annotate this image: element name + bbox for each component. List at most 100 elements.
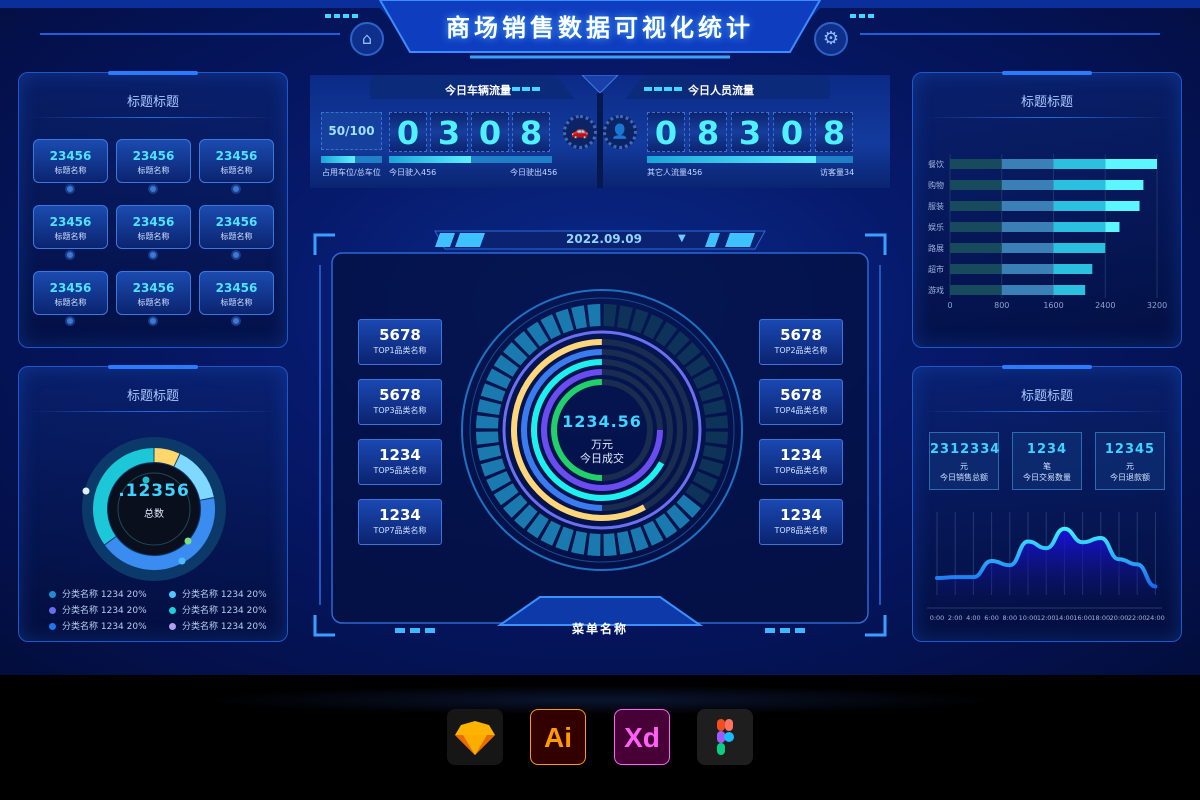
ring-tick-segment: [503, 494, 528, 518]
legend-dot: [49, 591, 56, 598]
ring-tick-segment: [555, 308, 574, 334]
stat-card-label: 标题名称: [137, 298, 170, 307]
vehicle-in-progress: [389, 156, 552, 163]
stat-card[interactable]: 23456 标题名称: [116, 271, 191, 315]
x-tick-label: 12:00: [1037, 614, 1056, 622]
ring-tick-segment: [685, 354, 711, 377]
stat-card[interactable]: 23456 标题名称: [33, 271, 108, 315]
card-indicator-dot: [231, 316, 241, 326]
top-category-label: TOP5品类名称: [373, 466, 427, 475]
legend-label: 分类名称 1234 20%: [62, 590, 147, 600]
stat-card-value: 23456: [132, 149, 175, 163]
stat-card[interactable]: 23456 标题名称: [33, 139, 108, 183]
stat-card-value: 23456: [132, 215, 175, 229]
top-category-card[interactable]: 1234 TOP8品类名称: [759, 499, 843, 545]
stat-card-label: 标题名称: [137, 232, 170, 241]
top-category-value: 1234: [780, 506, 822, 524]
x-tick-label: 24:00: [1146, 614, 1165, 622]
ring-tick-segment: [603, 533, 617, 556]
people-count-digit: 0: [773, 112, 811, 152]
people-count-digit: 0: [647, 112, 685, 152]
stat-card[interactable]: 23456 标题名称: [116, 139, 191, 183]
top-category-value: 1234: [379, 446, 421, 464]
top-category-label: TOP4品类名称: [774, 406, 828, 415]
x-tick-label: 3200: [1147, 301, 1167, 310]
top-category-label: TOP1品类名称: [373, 346, 427, 355]
card-indicator-dot: [65, 250, 75, 260]
gear-icon: ⚙: [822, 28, 840, 49]
bar-segment: [1105, 159, 1157, 169]
ring-tick-segment: [571, 305, 588, 330]
bar-segment: [950, 201, 1002, 211]
y-tick-label: 超市: [928, 264, 944, 274]
x-tick-label: 0:00: [930, 614, 945, 622]
visitor-label: 访客量34: [820, 168, 855, 177]
sketch-app-icon[interactable]: [447, 709, 503, 765]
area-chart: 0:00 2:00 4:00 6:00 8:00 10:00 12:00 14:00 16:00…: [927, 512, 1165, 622]
xd-app-icon[interactable]: Xd: [614, 709, 670, 765]
bar-segment: [1001, 285, 1054, 295]
bar-segment: [1053, 201, 1106, 211]
stat-card-label: 标题名称: [54, 298, 87, 307]
figma-app-icon[interactable]: [697, 709, 753, 765]
tool-bar: [0, 675, 1200, 800]
glow-decoration: [200, 685, 1000, 715]
top-category-value: 5678: [780, 386, 822, 404]
stat-card[interactable]: 23456 标题名称: [199, 205, 274, 249]
car-icon: 🚗: [563, 115, 597, 149]
summary-stat: 12345 元今日退款额: [1095, 432, 1165, 490]
vehicle-count-digit: 3: [430, 112, 468, 152]
ring-tick-segment: [643, 520, 664, 546]
illustrator-app-icon[interactable]: Ai: [530, 709, 586, 765]
stat-card-value: 23456: [215, 215, 258, 229]
stat-card[interactable]: 23456 标题名称: [116, 205, 191, 249]
parking-progress-fill: [321, 156, 355, 163]
top-category-card[interactable]: 1234 TOP6品类名称: [759, 439, 843, 485]
panel-title: 标题标题: [1020, 389, 1073, 404]
stat-card[interactable]: 23456 标题名称: [199, 271, 274, 315]
stat-card[interactable]: 23456 标题名称: [33, 205, 108, 249]
ring-tick-segment: [540, 520, 561, 546]
top-category-card[interactable]: 1234 TOP7品类名称: [358, 499, 442, 545]
ring-tick-segment: [702, 399, 727, 416]
x-tick-label: 2400: [1095, 301, 1115, 310]
summary-stat-value: 12345: [1104, 442, 1156, 457]
top-category-card[interactable]: 5678 TOP2品类名称: [759, 319, 843, 365]
donut-total-label: 总数: [144, 509, 164, 520]
top-category-card[interactable]: 5678 TOP1品类名称: [358, 319, 442, 365]
stat-card[interactable]: 23456 标题名称: [199, 139, 274, 183]
top-category-label: TOP2品类名称: [774, 346, 828, 355]
parking-progress: [321, 156, 382, 163]
orbit-dot: [184, 537, 192, 545]
ring-tick-segment: [526, 321, 549, 347]
x-tick-label: 10:00: [1019, 614, 1038, 622]
legend-dot: [49, 623, 56, 630]
top-category-card[interactable]: 5678 TOP4品类名称: [759, 379, 843, 425]
top-category-card[interactable]: 5678 TOP3品类名称: [358, 379, 442, 425]
ring-tick-segment: [643, 314, 664, 340]
legend-dot: [169, 591, 176, 598]
top-category-label: TOP6品类名称: [774, 466, 828, 475]
menu-button[interactable]: 菜单名称: [540, 620, 660, 637]
date-selector[interactable]: 2022.09.09 ▼: [540, 231, 700, 249]
ring-tick-segment: [676, 342, 701, 366]
stat-card-value: 23456: [215, 281, 258, 295]
ring-tick-segment: [685, 483, 711, 506]
y-tick-label: 餐饮: [928, 159, 944, 169]
top-category-value: 5678: [379, 326, 421, 344]
vehicle-in-label: 今日驶入456: [389, 168, 437, 177]
card-indicator-dot: [148, 316, 158, 326]
ring-tick-segment: [571, 530, 588, 555]
top-category-card[interactable]: 1234 TOP5品类名称: [358, 439, 442, 485]
home-button[interactable]: ⌂: [350, 22, 384, 56]
panel-title: 标题标题: [126, 95, 179, 110]
stat-card-label: 标题名称: [220, 232, 253, 241]
bar-segment: [1105, 201, 1140, 211]
ring-tick-segment: [616, 305, 633, 330]
x-tick-label: 2:00: [948, 614, 963, 622]
ring-tick-segment: [630, 308, 649, 334]
summary-stat: 1234 笔今日交易数量: [1012, 432, 1082, 490]
ring-tick-segment: [666, 504, 690, 529]
bar-segment: [1053, 285, 1086, 295]
summary-stat-unit: 笔: [1043, 462, 1051, 471]
